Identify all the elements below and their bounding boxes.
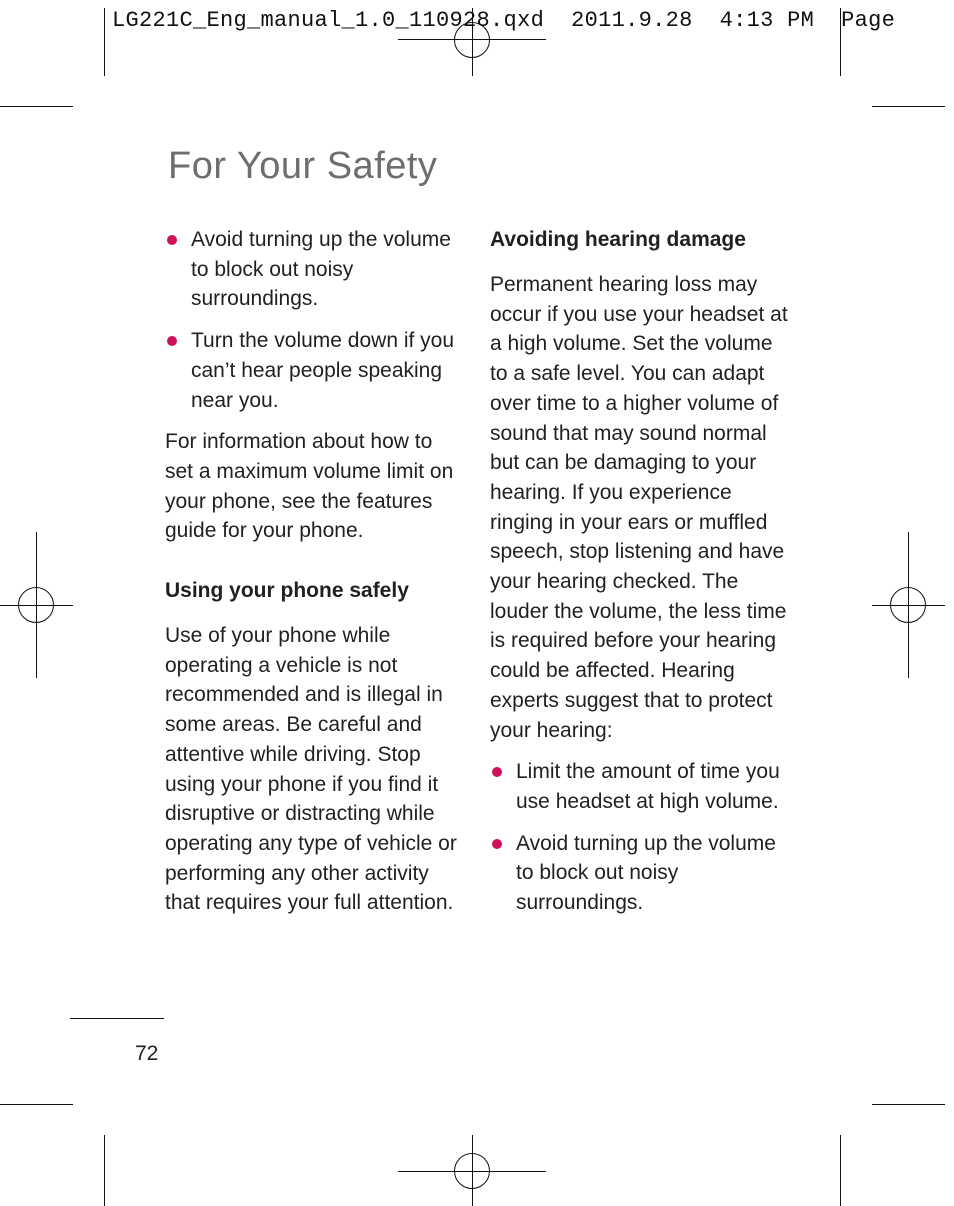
crop-mark <box>0 1104 73 1105</box>
list-item: Avoid turning up the volume to block out… <box>490 829 794 918</box>
page-title: For Your Safety <box>168 145 438 187</box>
paragraph: Use of your phone while operating a vehi… <box>165 624 457 915</box>
crop-mark <box>872 1104 945 1105</box>
crop-mark <box>840 1135 841 1206</box>
registration-mark-circle <box>454 1153 490 1189</box>
bullet-icon <box>492 767 502 778</box>
file-slug: LG221C_Eng_manual_1.0_110928.qxd 2011.9.… <box>112 8 896 33</box>
footer-rule <box>70 1018 164 1019</box>
list-item: Avoid turning up the volume to block out… <box>165 225 465 314</box>
crop-mark <box>872 106 945 107</box>
registration-mark-circle <box>454 22 490 58</box>
bullet-icon <box>167 336 177 347</box>
paragraph: Permanent hearing loss may occur if you … <box>490 273 788 742</box>
bullet-icon <box>167 235 177 245</box>
registration-mark-circle <box>18 587 54 623</box>
list-item: Limit the amount of time you use headset… <box>490 757 794 816</box>
crop-mark <box>104 1135 105 1206</box>
page-number: 72 <box>135 1042 159 1065</box>
crop-mark <box>840 8 841 76</box>
section-heading: Using your phone safely <box>165 579 409 603</box>
crop-mark <box>104 8 105 76</box>
paragraph: For information about how to set a maxim… <box>165 430 454 543</box>
registration-mark-circle <box>890 587 926 623</box>
section-heading: Avoiding hearing damage <box>490 228 746 251</box>
list-item: Turn the volume down if you can’t hear p… <box>165 326 465 415</box>
crop-mark <box>0 106 73 107</box>
left-column: Avoid turning up the volume to block out… <box>165 225 465 918</box>
right-column: Avoiding hearing damage Permanent hearin… <box>490 225 794 918</box>
bullet-icon <box>492 838 502 849</box>
